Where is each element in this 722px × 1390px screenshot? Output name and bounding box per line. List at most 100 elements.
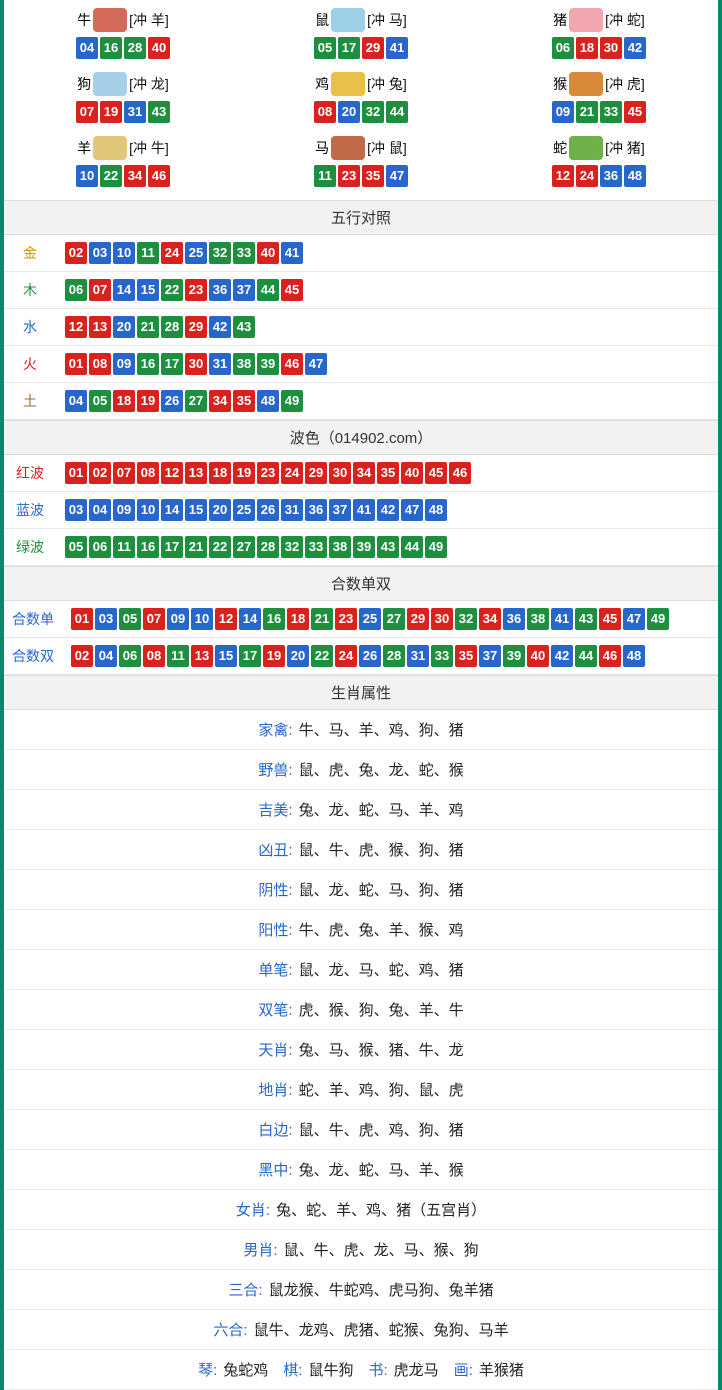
number-ball: 16 xyxy=(137,353,159,375)
number-ball: 28 xyxy=(383,645,405,667)
number-ball: 31 xyxy=(407,645,429,667)
number-ball: 12 xyxy=(65,316,87,338)
number-ball: 01 xyxy=(65,462,87,484)
number-ball: 35 xyxy=(455,645,477,667)
number-ball: 41 xyxy=(386,37,408,59)
zodiac-cell: 马 [冲 鼠] 11233547 xyxy=(242,132,480,196)
attr-key: 吉美: xyxy=(258,802,292,819)
attr-value: 鼠牛、龙鸡、虎猪、蛇猴、兔狗、马羊 xyxy=(254,1322,509,1339)
table-row: 金 02031011242532334041 xyxy=(4,235,718,272)
number-ball: 21 xyxy=(311,608,333,630)
number-ball: 46 xyxy=(148,165,170,187)
attr-row: 三合:鼠龙猴、牛蛇鸡、虎马狗、兔羊猪 xyxy=(4,1270,718,1310)
attr-value: 兔、龙、蛇、马、羊、鸡 xyxy=(299,802,464,819)
number-ball: 08 xyxy=(143,645,165,667)
four-arts-value: 兔蛇鸡 xyxy=(223,1362,268,1379)
number-ball: 26 xyxy=(359,645,381,667)
number-ball: 37 xyxy=(233,279,255,301)
number-ball: 33 xyxy=(233,242,255,264)
attr-row: 吉美: 兔、龙、蛇、马、羊、鸡 xyxy=(4,790,718,830)
attr-value: 蛇、羊、鸡、狗、鼠、虎 xyxy=(299,1082,464,1099)
number-ball: 36 xyxy=(305,499,327,521)
number-ball: 47 xyxy=(386,165,408,187)
number-ball: 14 xyxy=(239,608,261,630)
number-ball: 10 xyxy=(137,499,159,521)
number-ball: 06 xyxy=(89,536,111,558)
number-ball: 35 xyxy=(362,165,384,187)
attr-row: 黑中:兔、龙、蛇、马、羊、猴 xyxy=(4,1150,718,1190)
row-balls: 0108091617303138394647 xyxy=(56,346,718,383)
zodiac-name: 鸡 xyxy=(315,74,329,94)
table-row: 合数双 020406081113151719202224262831333537… xyxy=(4,638,718,675)
attr-key: 白边: xyxy=(258,1122,292,1139)
number-ball: 13 xyxy=(185,462,207,484)
number-ball: 44 xyxy=(401,536,423,558)
number-ball: 30 xyxy=(600,37,622,59)
zodiac-cell: 鸡 [冲 兔] 08203244 xyxy=(242,68,480,132)
number-ball: 43 xyxy=(377,536,399,558)
number-ball: 18 xyxy=(113,390,135,412)
row-balls: 06071415222336374445 xyxy=(56,272,718,309)
number-ball: 07 xyxy=(143,608,165,630)
attr-value: 牛、虎、兔、羊、猴、鸡 xyxy=(299,922,464,939)
number-ball: 37 xyxy=(479,645,501,667)
attr-key: 黑中: xyxy=(258,1162,292,1179)
number-ball: 04 xyxy=(65,390,87,412)
attr-row: 男肖:鼠、牛、虎、龙、马、猴、狗 xyxy=(4,1230,718,1270)
zodiac-name: 羊 xyxy=(77,138,91,158)
table-row: 绿波 05061116172122272832333839434449 xyxy=(4,529,718,566)
number-ball: 22 xyxy=(209,536,231,558)
number-ball: 07 xyxy=(76,101,98,123)
zodiac-balls: 08203244 xyxy=(242,100,480,124)
number-ball: 19 xyxy=(100,101,122,123)
zodiac-clash: [冲 龙] xyxy=(129,74,169,94)
four-arts-key: 书: xyxy=(369,1362,388,1379)
number-ball: 39 xyxy=(257,353,279,375)
number-ball: 38 xyxy=(329,536,351,558)
page-container: 牛 [冲 羊] 04162840 鼠 [冲 马] 05172941 猪 [冲 蛇… xyxy=(0,0,722,1390)
zodiac-name: 猪 xyxy=(553,10,567,30)
zodiac-name: 蛇 xyxy=(553,138,567,158)
number-ball: 35 xyxy=(377,462,399,484)
number-ball: 44 xyxy=(575,645,597,667)
zodiac-balls: 06183042 xyxy=(480,36,718,60)
number-ball: 07 xyxy=(113,462,135,484)
attr-key: 阳性: xyxy=(258,922,292,939)
number-ball: 22 xyxy=(100,165,122,187)
number-ball: 16 xyxy=(100,37,122,59)
number-ball: 40 xyxy=(401,462,423,484)
four-arts-key: 画: xyxy=(454,1362,473,1379)
attr-row: 双笔:虎、猴、狗、兔、羊、牛 xyxy=(4,990,718,1030)
number-ball: 32 xyxy=(209,242,231,264)
attr-row: 白边:鼠、牛、虎、鸡、狗、猪 xyxy=(4,1110,718,1150)
number-ball: 07 xyxy=(89,279,111,301)
number-ball: 02 xyxy=(71,645,93,667)
number-ball: 29 xyxy=(407,608,429,630)
number-ball: 16 xyxy=(263,608,285,630)
zodiac-cell: 猴 [冲 虎] 09213345 xyxy=(480,68,718,132)
row-label: 金 xyxy=(4,235,56,272)
number-ball: 30 xyxy=(185,353,207,375)
number-ball: 31 xyxy=(281,499,303,521)
table-row: 蓝波 03040910141520252631363741424748 xyxy=(4,492,718,529)
zodiac-balls: 05172941 xyxy=(242,36,480,60)
attr-row: 野兽:鼠、虎、兔、龙、蛇、猴 xyxy=(4,750,718,790)
row-label: 红波 xyxy=(4,455,56,492)
number-ball: 11 xyxy=(113,536,135,558)
attr-key: 家禽: xyxy=(258,722,292,739)
number-ball: 17 xyxy=(161,353,183,375)
number-ball: 25 xyxy=(185,242,207,264)
number-ball: 46 xyxy=(281,353,303,375)
five-elements-table: 金 02031011242532334041 木 060714152223363… xyxy=(4,235,718,420)
zodiac-cell: 蛇 [冲 猪] 12243648 xyxy=(480,132,718,196)
number-ball: 48 xyxy=(623,645,645,667)
number-ball: 05 xyxy=(89,390,111,412)
row-label: 蓝波 xyxy=(4,492,56,529)
number-ball: 26 xyxy=(161,390,183,412)
zodiac-balls: 12243648 xyxy=(480,164,718,188)
row-balls: 04051819262734354849 xyxy=(56,383,718,420)
number-ball: 39 xyxy=(353,536,375,558)
number-ball: 04 xyxy=(95,645,117,667)
attr-key: 女肖: xyxy=(236,1202,270,1219)
attr-value: 鼠、龙、马、蛇、鸡、猪 xyxy=(299,962,464,979)
